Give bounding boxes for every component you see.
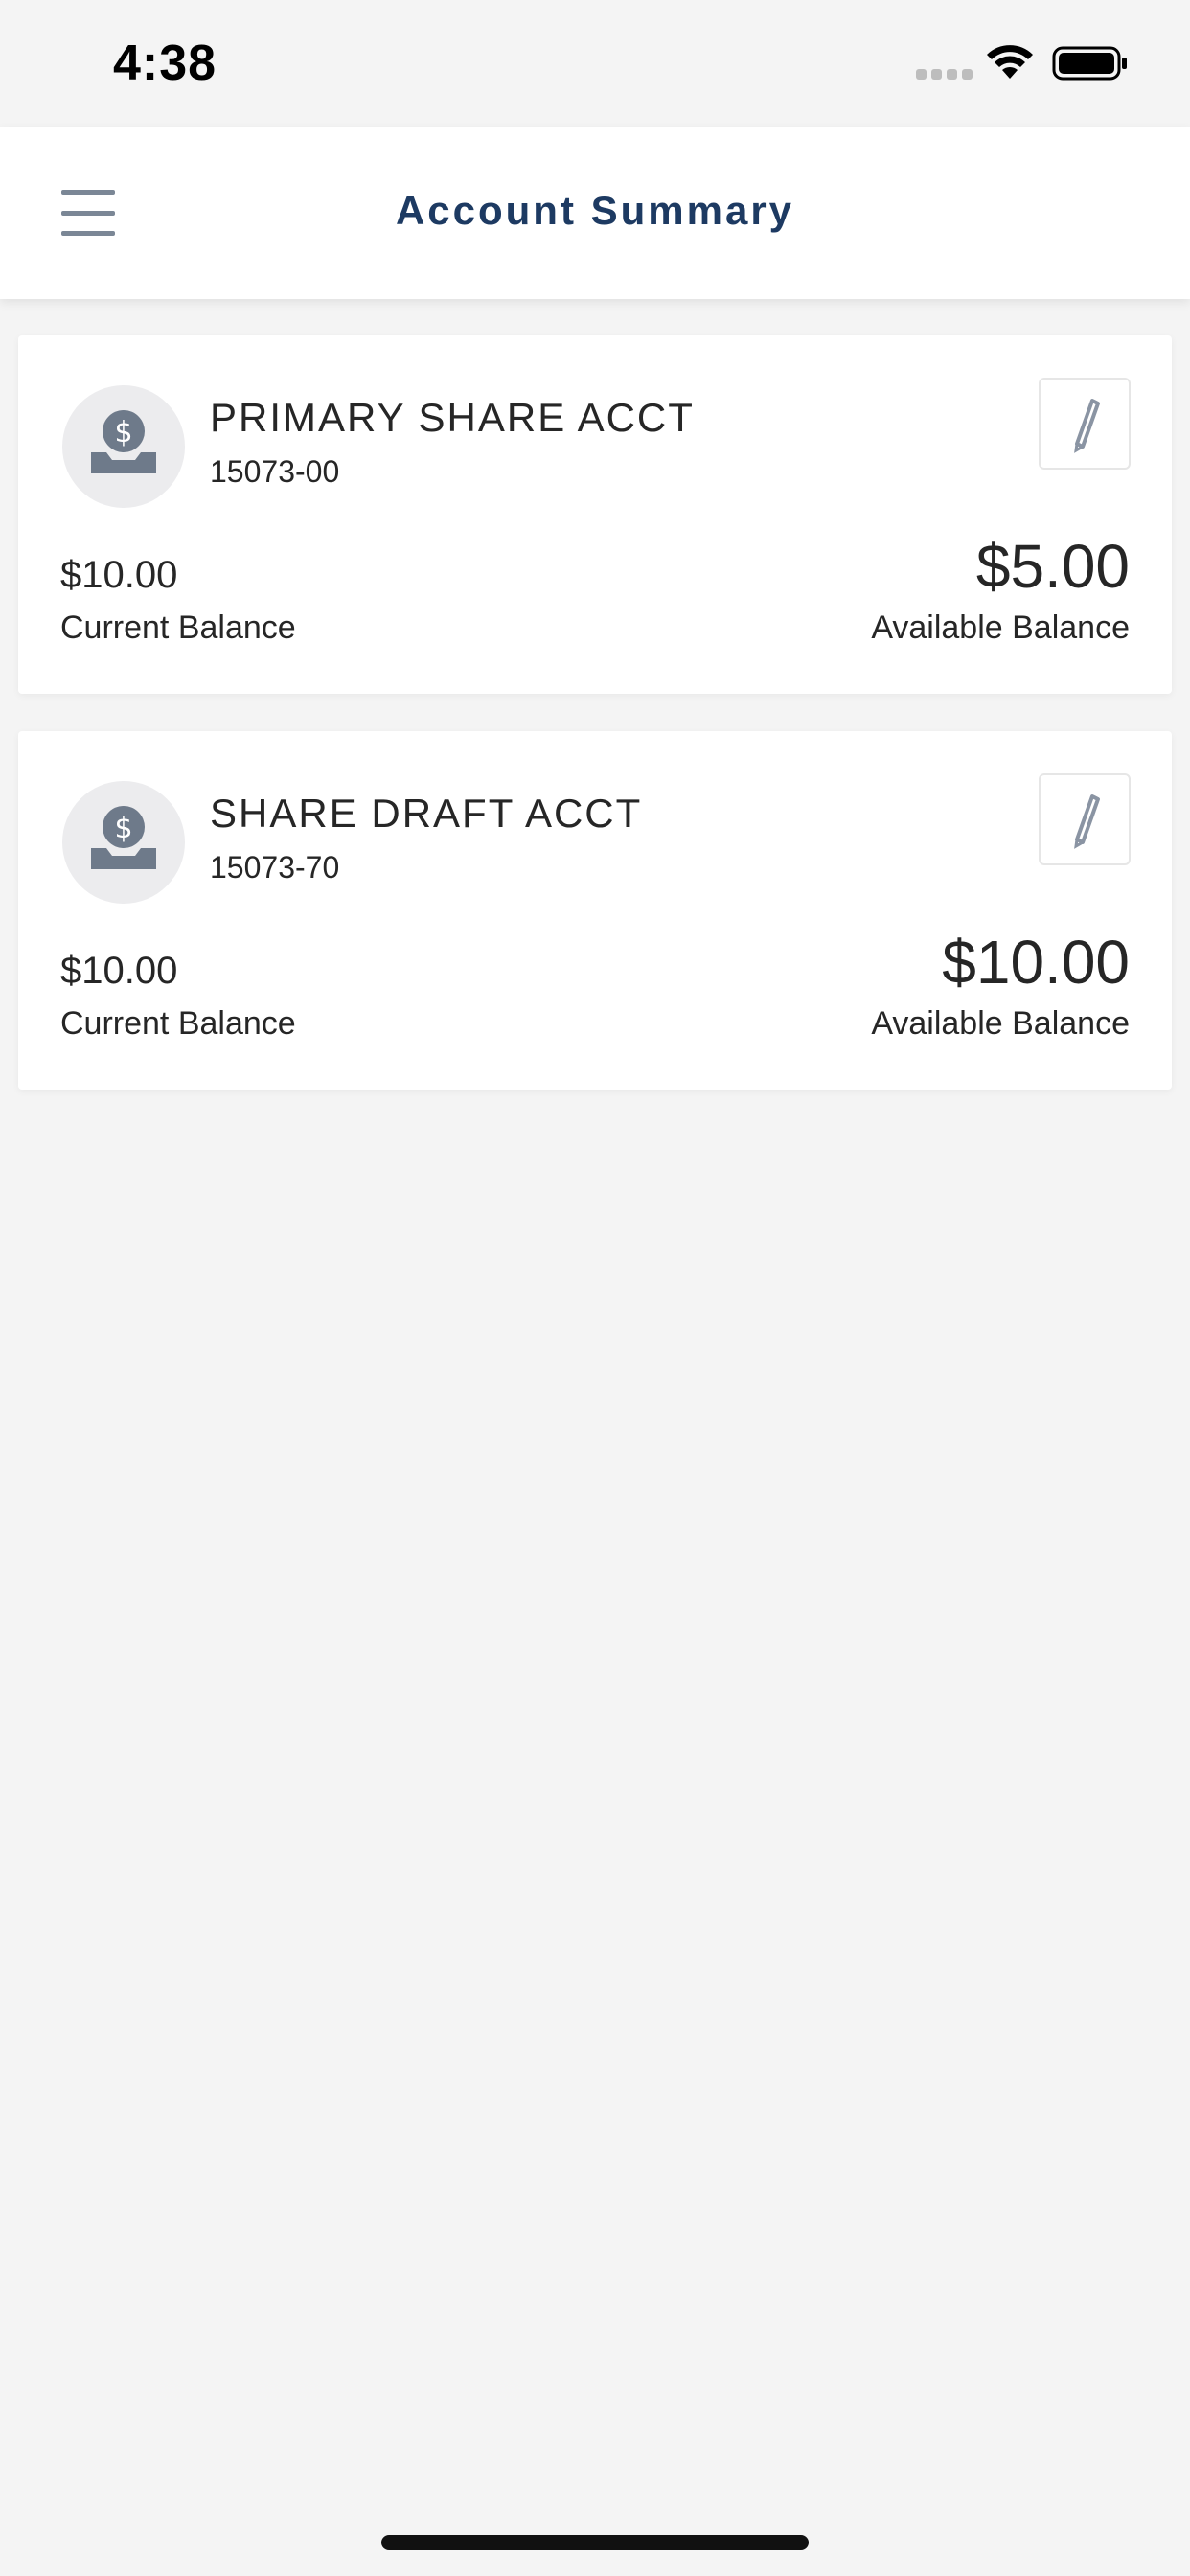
page-title: Account Summary [395,188,795,233]
account-name: PRIMARY SHARE ACCT [210,395,695,440]
svg-text:$: $ [114,416,132,449]
wifi-icon [987,45,1033,79]
account-number: 15073-00 [210,454,340,489]
current-balance-value: $10.00 [60,950,178,992]
available-balance-value: $5.00 [975,532,1130,601]
svg-text:$: $ [114,812,132,845]
app-header: Account Summary [0,126,1190,299]
edit-button[interactable] [1039,378,1131,470]
status-bar: 4:38 [0,0,1190,126]
account-card[interactable]: $ PRIMARY SHARE ACCT 15073-00 $10.00 Cur… [18,335,1172,694]
available-balance-value: $10.00 [942,928,1130,997]
edit-button[interactable] [1039,773,1131,865]
pencil-icon [1074,794,1100,849]
status-time: 4:38 [113,35,217,91]
available-balance-label: Available Balance [871,1005,1130,1042]
account-name: SHARE DRAFT ACCT [210,791,643,836]
money-dollar-icon: $ [62,781,185,904]
current-balance-value: $10.00 [60,554,178,596]
cellular-signal-icon [916,69,973,80]
money-dollar-icon: $ [62,385,185,508]
current-balance-label: Current Balance [60,610,296,646]
home-indicator[interactable] [381,2535,809,2550]
current-balance-label: Current Balance [60,1005,296,1042]
account-number: 15073-70 [210,850,340,885]
account-card[interactable]: $ SHARE DRAFT ACCT 15073-70 $10.00 Curre… [18,731,1172,1090]
pencil-icon [1074,399,1100,453]
battery-icon [1052,46,1127,80]
available-balance-label: Available Balance [871,610,1130,646]
